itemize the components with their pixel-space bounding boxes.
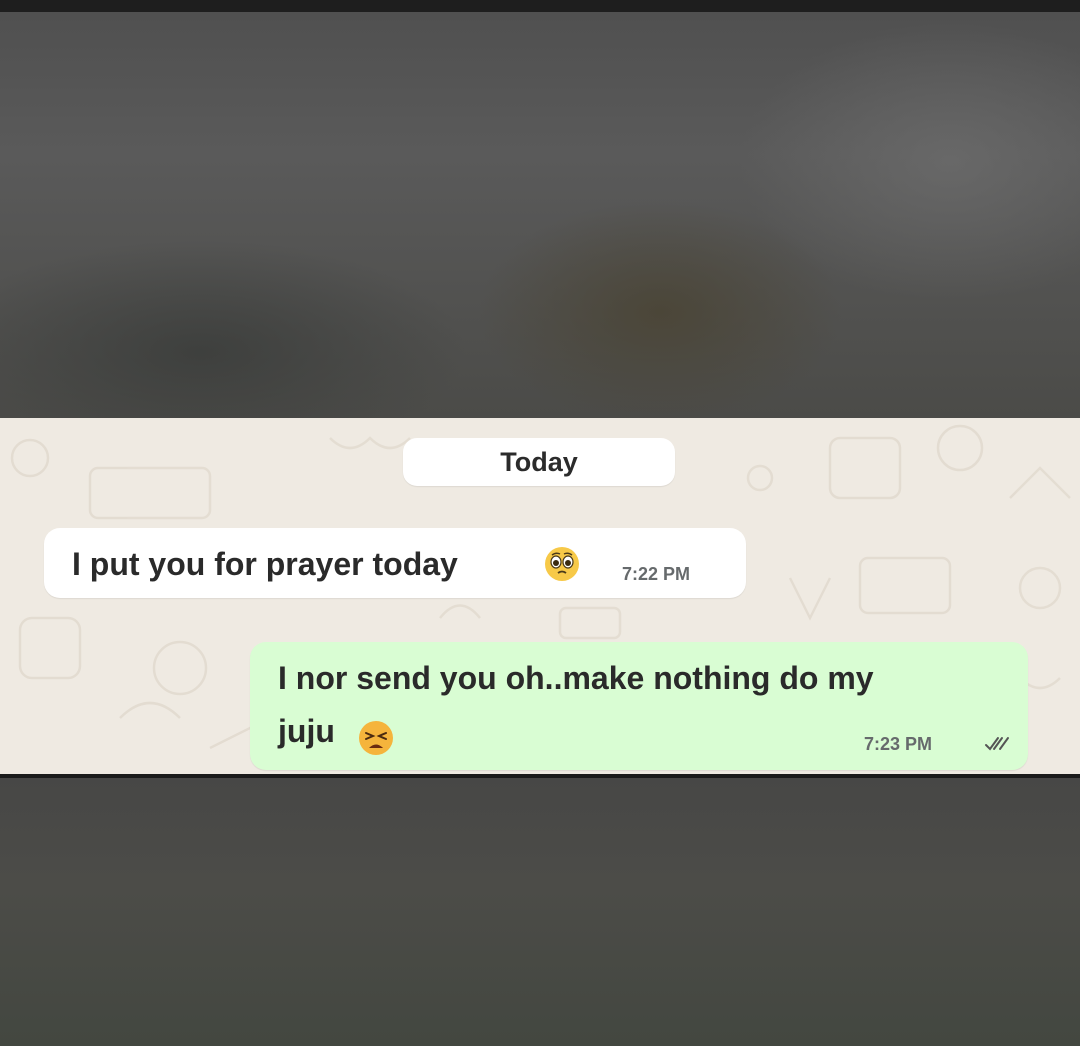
incoming-message-time: 7:22 PM [622,564,691,584]
outgoing-message-text-line1: I nor send you oh..make nothing do my [278,660,874,696]
outgoing-message-bubble[interactable]: I nor send you oh..make nothing do my ju… [250,642,1028,770]
screenshot-frame: Today I put you for prayer today 7:22 PM… [0,0,1080,1046]
date-separator-chip: Today [403,438,675,486]
blurred-background-bottom [0,778,1080,1046]
tired-face-emoji-icon [359,721,393,755]
double-check-read-icon [985,737,1009,751]
outgoing-message-time: 7:23 PM [864,734,933,754]
pleading-face-emoji-icon [545,547,579,581]
top-edge [0,0,1080,12]
outgoing-message-text-line2: juju [278,713,335,749]
chat-view: Today I put you for prayer today 7:22 PM… [0,418,1080,774]
incoming-message-text: I put you for prayer today [72,546,458,582]
date-separator-label: Today [500,446,578,477]
incoming-message-bubble[interactable]: I put you for prayer today 7:22 PM [44,528,746,598]
blurred-background-top [0,12,1080,418]
